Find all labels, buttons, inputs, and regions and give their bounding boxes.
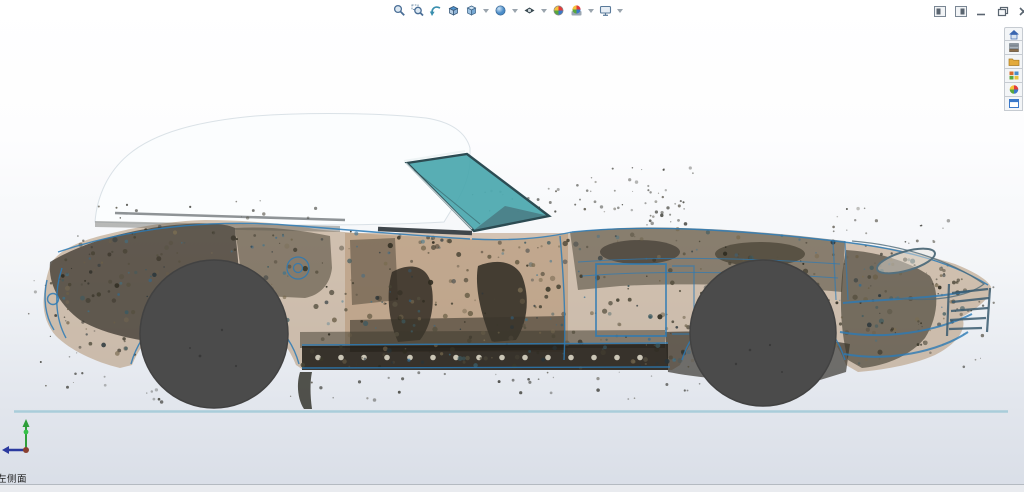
pane-options-icon — [960, 8, 964, 14]
section-view-button[interactable] — [446, 3, 461, 18]
tab-solidworks-resources[interactable] — [1004, 27, 1023, 41]
tab-file-explorer[interactable] — [1004, 55, 1023, 69]
pane-options-button[interactable] — [954, 5, 967, 17]
view-orientation-button[interactable] — [464, 3, 479, 18]
undo-arrow-icon — [432, 7, 440, 12]
magnifier-area-icon — [420, 13, 423, 16]
view-settings-dropdown[interactable] — [617, 9, 623, 13]
pane-display-button[interactable] — [933, 5, 946, 17]
window-controls — [933, 5, 1024, 17]
edit-appearance-button[interactable] — [551, 3, 566, 18]
color-ball-icon — [1008, 84, 1020, 95]
color-ball-icon — [552, 4, 565, 17]
close-button[interactable] — [1017, 5, 1024, 17]
heads-up-view-toolbar — [392, 3, 624, 18]
close-icon — [1020, 8, 1024, 15]
view-settings-button[interactable] — [598, 3, 613, 18]
palette-grid-icon — [1008, 70, 1020, 81]
task-pane-tab-strip — [1004, 27, 1023, 111]
zoom-to-area-button[interactable] — [410, 3, 425, 18]
graphics-viewport[interactable] — [0, 0, 1024, 491]
display-style-dropdown[interactable] — [512, 9, 518, 13]
monitor-icon — [601, 7, 611, 14]
restore-button[interactable] — [996, 5, 1009, 17]
tab-custom-properties[interactable] — [1004, 97, 1023, 111]
view-orientation-label: 左侧面 — [0, 471, 27, 485]
apply-scene-dropdown[interactable] — [588, 9, 594, 13]
minimize-button[interactable] — [975, 5, 988, 17]
sphere-icon — [496, 6, 505, 15]
display-style-button[interactable] — [493, 3, 508, 18]
scene-ball-icon — [570, 4, 583, 17]
folder-icon — [1009, 59, 1019, 66]
pane-display-icon — [936, 8, 940, 14]
hide-show-dropdown[interactable] — [541, 9, 547, 13]
previous-view-button[interactable] — [428, 3, 443, 18]
tab-appearances-scenes[interactable] — [1004, 83, 1023, 97]
library-stack-icon — [1008, 42, 1020, 53]
tab-view-palette[interactable] — [1004, 69, 1023, 83]
home-icon — [1009, 30, 1019, 35]
magnifier-icon — [401, 12, 405, 16]
apply-scene-button[interactable] — [569, 3, 584, 18]
front-wheel[interactable] — [140, 260, 288, 408]
hide-show-items-button[interactable] — [522, 3, 537, 18]
zoom-fit-button[interactable] — [392, 3, 407, 18]
tab-design-library[interactable] — [1004, 41, 1023, 55]
rear-wheel[interactable] — [690, 260, 836, 406]
view-orientation-dropdown[interactable] — [483, 9, 489, 13]
origin-triad — [2, 419, 30, 454]
